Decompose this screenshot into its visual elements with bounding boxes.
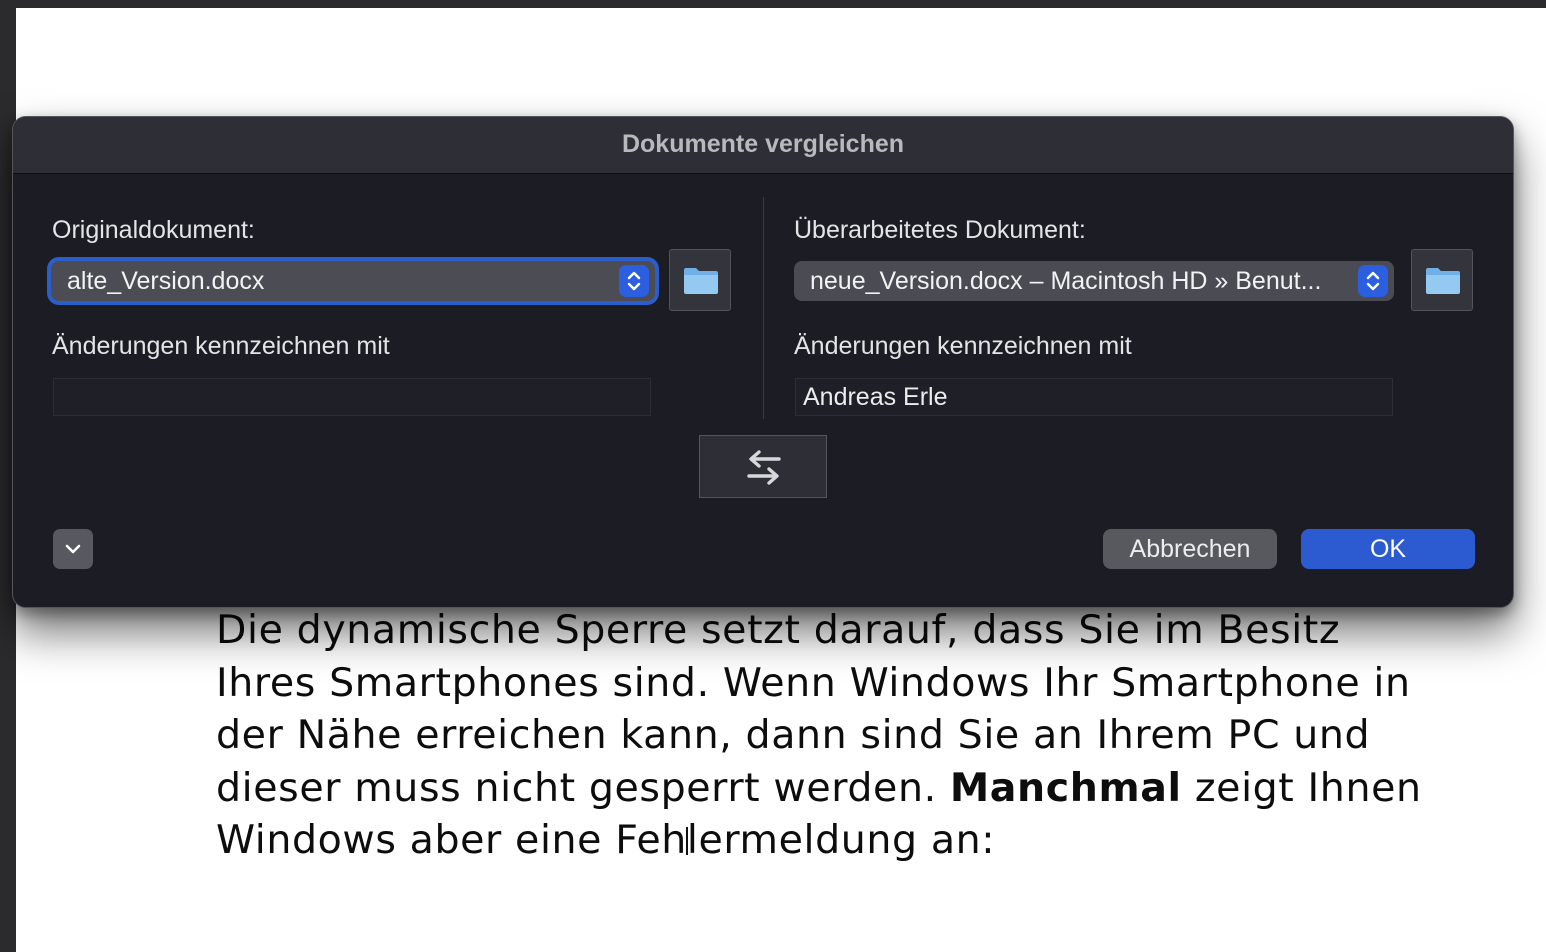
swap-arrows-icon: [747, 450, 781, 485]
original-document-label: Originaldokument:: [52, 216, 255, 244]
original-document-select[interactable]: alte_Version.docx: [51, 261, 655, 301]
document-body-text[interactable]: Die dynamische Sperre setzt darauf, dass…: [216, 604, 1526, 867]
revised-browse-button[interactable]: [1411, 249, 1473, 311]
original-document-value: alte_Version.docx: [67, 267, 265, 295]
document-line: Windows aber eine Fehlermeldung an:: [216, 814, 1526, 867]
revised-mark-changes-field[interactable]: Andreas Erle: [795, 378, 1393, 416]
compare-documents-dialog: Dokumente vergleichen Originaldokument: …: [12, 116, 1514, 608]
ok-button[interactable]: OK: [1301, 529, 1475, 569]
original-mark-changes-field[interactable]: [53, 378, 651, 416]
original-browse-button[interactable]: [669, 249, 731, 311]
up-down-chevron-icon: [619, 265, 649, 297]
document-text: Windows aber eine Feh: [216, 817, 687, 863]
revised-mark-changes-label: Änderungen kennzeichnen mit: [794, 332, 1132, 360]
document-bold-text: Manchmal: [949, 764, 1182, 811]
document-text: lermeldung an:: [686, 817, 996, 863]
original-mark-changes-label: Änderungen kennzeichnen mit: [52, 332, 390, 360]
folder-icon: [1426, 268, 1460, 294]
folder-icon: [684, 268, 718, 294]
document-text: zeigt Ihnen: [1181, 764, 1422, 811]
document-line: der Nähe erreichen kann, dann sind Sie a…: [216, 712, 1371, 758]
revised-document-label: Überarbeitetes Dokument:: [794, 216, 1086, 244]
document-line: Ihres Smartphones sind. Wenn Windows Ihr…: [216, 659, 1411, 706]
dialog-title: Dokumente vergleichen: [13, 117, 1513, 174]
chevron-down-icon: [65, 544, 81, 554]
document-text: dieser muss nicht gesperrt werden.: [216, 764, 950, 811]
up-down-chevron-icon: [1358, 265, 1388, 297]
revised-document-value: neue_Version.docx – Macintosh HD » Benut…: [810, 267, 1322, 295]
more-options-button[interactable]: [53, 529, 93, 569]
column-divider: [763, 197, 764, 419]
document-line: dieser muss nicht gesperrt werden. Manch…: [216, 762, 1526, 815]
cancel-button[interactable]: Abbrechen: [1103, 529, 1277, 569]
swap-documents-button[interactable]: [699, 435, 827, 498]
revised-document-select[interactable]: neue_Version.docx – Macintosh HD » Benut…: [794, 261, 1394, 301]
document-line: Die dynamische Sperre setzt darauf, dass…: [216, 607, 1341, 653]
